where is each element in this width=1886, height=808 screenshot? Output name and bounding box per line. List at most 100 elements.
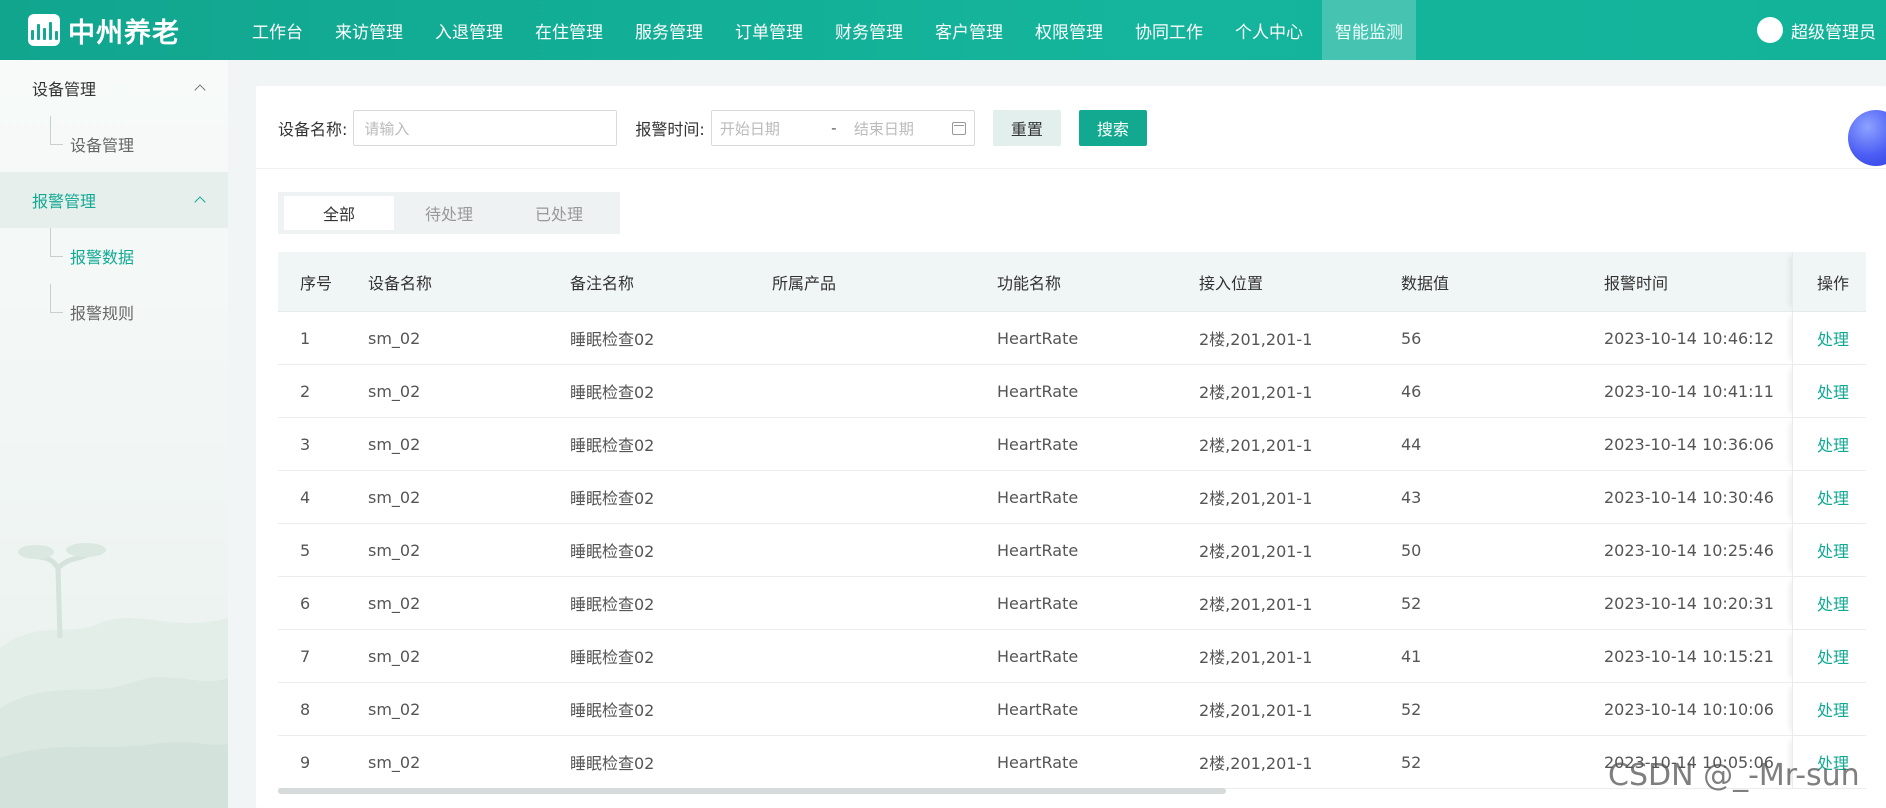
calendar-icon[interactable]	[951, 121, 966, 135]
cell-device: sm_02	[368, 381, 421, 401]
sidebar-group-label: 报警管理	[32, 192, 97, 211]
cell-action: 处理	[1792, 683, 1866, 735]
sidebar-item-1-1[interactable]: 报警规则	[0, 284, 228, 340]
tab-2[interactable]: 已处理	[504, 196, 614, 230]
cell-note: 睡眠检查02	[570, 330, 655, 349]
end-date-input[interactable]: 结束日期	[854, 118, 952, 139]
cell-val: 52	[1401, 699, 1422, 719]
cell-device: sm_02	[368, 593, 421, 613]
chevron-up-icon[interactable]	[194, 84, 206, 96]
brand-logo-icon	[28, 14, 60, 46]
main-panel: 设备名称: 请输入 报警时间: 开始日期 - 结束日期 重置 搜索 全部 待处理已…	[256, 86, 1886, 808]
cell-time: 2023-10-14 10:20:31	[1604, 593, 1774, 613]
handle-link[interactable]: 处理	[1817, 697, 1849, 721]
reset-button[interactable]: 重置	[992, 110, 1061, 146]
nav-item-6[interactable]: 财务管理	[822, 0, 916, 60]
table-row: 8 sm_02 睡眠检查02 HeartRate 2楼,201,201-1 52 2023-…	[278, 683, 1866, 736]
avatar: 🐵	[1757, 17, 1783, 43]
sidebar-menu: 设备管理 设备管理报警管理报警数据 报警规则	[0, 60, 228, 340]
device-name-label: 设备名称:	[278, 120, 348, 139]
nav-item-7[interactable]: 客户管理	[922, 0, 1016, 60]
nav-item-1[interactable]: 来访管理	[322, 0, 416, 60]
handle-link[interactable]: 处理	[1817, 538, 1849, 562]
nav-item-2[interactable]: 入退管理	[422, 0, 516, 60]
device-name-input[interactable]: 请输入	[353, 110, 618, 146]
cell-action: 处理	[1792, 524, 1866, 576]
nav-item-5[interactable]: 订单管理	[722, 0, 816, 60]
cell-func: HeartRate	[997, 487, 1079, 507]
tab-1[interactable]: 待处理	[394, 196, 504, 230]
cell-device: sm_02	[368, 540, 421, 560]
cell-device: sm_02	[368, 328, 421, 348]
column-header-0: 序号	[300, 273, 333, 293]
user-menu[interactable]: 🐵 超级管理员	[1757, 0, 1876, 60]
chevron-up-icon[interactable]	[194, 196, 206, 208]
sidebar-group-0[interactable]: 设备管理	[0, 60, 228, 116]
cell-idx: 7	[300, 646, 311, 666]
nav-item-4[interactable]: 服务管理	[622, 0, 716, 60]
cell-pos: 2楼,201,201-1	[1199, 648, 1313, 667]
cell-val: 41	[1401, 646, 1422, 666]
column-header-6: 数据值	[1401, 273, 1450, 293]
tab-0[interactable]: 全部	[284, 196, 394, 230]
cell-pos: 2楼,201,201-1	[1199, 595, 1313, 614]
table-row: 6 sm_02 睡眠检查02 HeartRate 2楼,201,201-1 52 2023-…	[278, 577, 1866, 630]
cell-func: HeartRate	[997, 699, 1079, 719]
cell-func: HeartRate	[997, 434, 1079, 454]
brand-name: 中州养老	[68, 17, 180, 49]
cell-func: HeartRate	[997, 540, 1079, 560]
brand[interactable]: 中州养老	[0, 0, 236, 60]
cell-val: 46	[1401, 381, 1422, 401]
cell-note: 睡眠检查02	[570, 489, 655, 508]
handle-link[interactable]: 处理	[1817, 379, 1849, 403]
cell-idx: 3	[300, 434, 311, 454]
nav-item-11[interactable]: 智能监测	[1322, 0, 1416, 60]
cell-pos: 2楼,201,201-1	[1199, 489, 1313, 508]
cell-val: 52	[1401, 593, 1422, 613]
nav-item-9[interactable]: 协同工作	[1122, 0, 1216, 60]
cell-pos: 2楼,201,201-1	[1199, 754, 1313, 773]
cell-idx: 8	[300, 699, 311, 719]
top-navbar: 中州养老 工作台 来访管理 入退管理 在住管理 服务管理 订单管理 财务管理 客户管理 权限管理…	[0, 0, 1886, 60]
search-button[interactable]: 搜索	[1078, 110, 1147, 146]
nav-item-8[interactable]: 权限管理	[1022, 0, 1116, 60]
cell-time: 2023-10-14 10:15:21	[1604, 646, 1774, 666]
landscape-decoration	[0, 543, 228, 808]
handle-link[interactable]: 处理	[1817, 644, 1849, 668]
handle-link[interactable]: 处理	[1817, 326, 1849, 350]
cell-note: 睡眠检查02	[570, 436, 655, 455]
cell-action: 处理	[1792, 471, 1866, 523]
horizontal-scrollbar[interactable]	[278, 788, 1226, 794]
cell-time: 2023-10-14 10:41:11	[1604, 381, 1774, 401]
filter-divider	[256, 168, 1886, 169]
nav-item-3[interactable]: 在住管理	[522, 0, 616, 60]
cell-time: 2023-10-14 10:10:06	[1604, 699, 1774, 719]
watermark: CSDN @_-Mr-sun	[1608, 758, 1860, 793]
sidebar-item-0-0[interactable]: 设备管理	[0, 116, 228, 172]
cell-pos: 2楼,201,201-1	[1199, 542, 1313, 561]
handle-link[interactable]: 处理	[1817, 485, 1849, 509]
cell-pos: 2楼,201,201-1	[1199, 436, 1313, 455]
start-date-input[interactable]: 开始日期	[720, 118, 824, 139]
cell-note: 睡眠检查02	[570, 701, 655, 720]
sidebar-group-1[interactable]: 报警管理	[0, 172, 228, 228]
cell-note: 睡眠检查02	[570, 648, 655, 667]
table-row: 1 sm_02 睡眠检查02 HeartRate 2楼,201,201-1 56 2023-…	[278, 312, 1866, 365]
table-header: 序号 设备名称 备注名称 所属产品 功能名称 接入位置 数据值 报警时间 操作	[278, 252, 1866, 312]
user-name: 超级管理员	[1791, 22, 1876, 43]
sidebar-item-1-0[interactable]: 报警数据	[0, 228, 228, 284]
cell-note: 睡眠检查02	[570, 542, 655, 561]
nav-item-10[interactable]: 个人中心	[1222, 0, 1316, 60]
cell-action: 处理	[1792, 312, 1866, 364]
handle-link[interactable]: 处理	[1817, 432, 1849, 456]
column-header-1: 设备名称	[368, 273, 433, 293]
nav-item-0[interactable]: 工作台	[239, 0, 316, 60]
status-tabs: 全部 待处理 已处理	[278, 192, 620, 234]
alarm-time-range-picker[interactable]: 开始日期 - 结束日期	[710, 110, 975, 146]
alarm-table: 序号 设备名称 备注名称 所属产品 功能名称 接入位置 数据值 报警时间 操作 1 sm_02 睡眠…	[278, 252, 1866, 789]
device-name-placeholder: 请输入	[364, 119, 410, 138]
cell-func: HeartRate	[997, 328, 1079, 348]
handle-link[interactable]: 处理	[1817, 591, 1849, 615]
cell-note: 睡眠检查02	[570, 754, 655, 773]
cell-idx: 6	[300, 593, 311, 613]
